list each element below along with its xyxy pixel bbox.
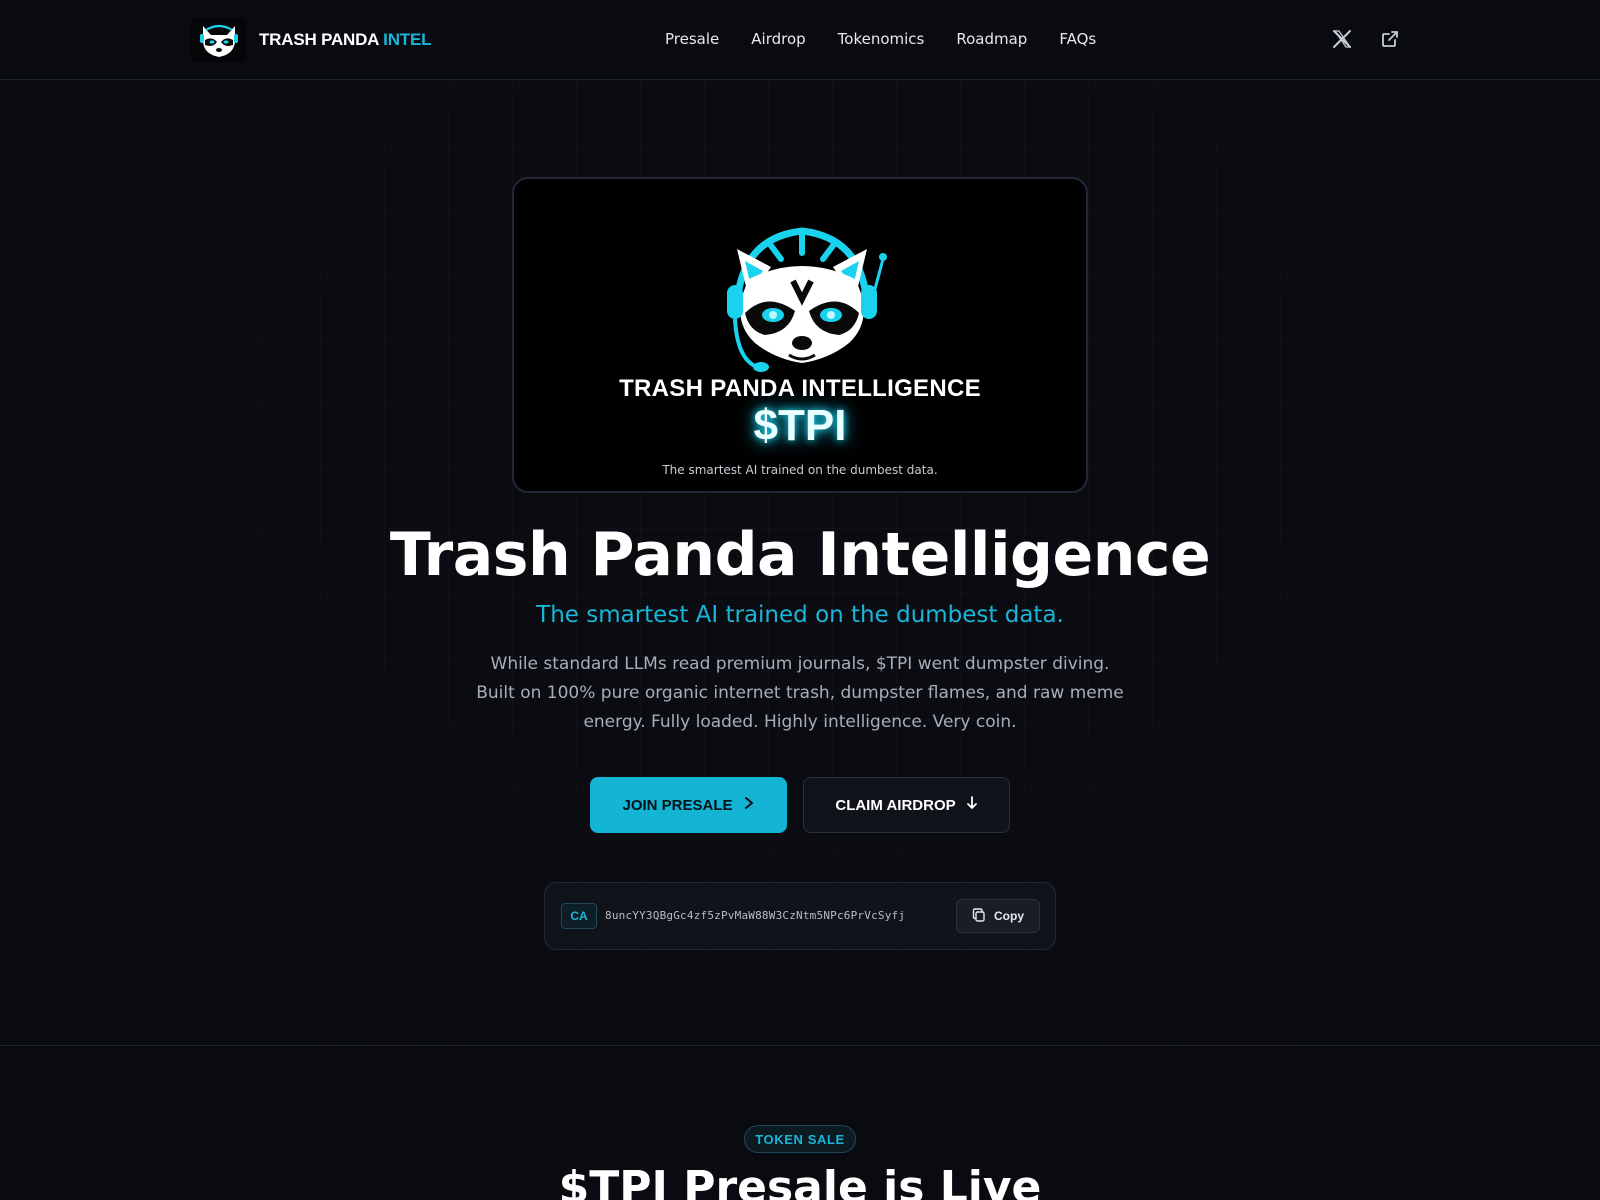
external-link-icon[interactable]	[1379, 28, 1401, 50]
hero-description: While standard LLMs read premium journal…	[476, 654, 1124, 732]
join-presale-button[interactable]: JOIN PRESALE	[590, 777, 787, 833]
join-presale-label: JOIN PRESALE	[622, 796, 733, 814]
token-sale-section: TOKEN SALE $TPI Presale is Live	[0, 1046, 1600, 1200]
raccoon-mascot-icon	[727, 227, 887, 372]
claim-airdrop-button[interactable]: CLAIM AIRDROP	[803, 777, 1010, 833]
copy-button[interactable]: Copy	[956, 899, 1040, 933]
copy-icon	[972, 907, 986, 925]
chevron-right-icon	[743, 796, 755, 814]
nav-roadmap[interactable]: Roadmap	[956, 30, 1027, 48]
banner-title: TRASH PANDA INTELLIGENCE	[619, 375, 981, 402]
contract-address[interactable]: 8uncYY3QBgGc4zf5zPvMaW88W3CzNtm5NPc6PrVc…	[605, 909, 905, 922]
nav-tokenomics[interactable]: Tokenomics	[838, 30, 925, 48]
main-nav: Presale Airdrop Tokenomics Roadmap FAQs	[665, 30, 1096, 48]
banner-ticker: $TPI	[753, 401, 847, 450]
ca-badge: CA	[561, 903, 597, 929]
hero-banner: TRASH PANDA INTELLIGENCE $TPI The smarte…	[512, 177, 1088, 493]
nav-faqs[interactable]: FAQs	[1059, 30, 1096, 48]
brand-name-main: TRASH PANDA	[259, 30, 379, 49]
hero-subtitle: The smartest AI trained on the dumbest d…	[536, 602, 1064, 628]
nav-presale[interactable]: Presale	[665, 30, 719, 48]
token-sale-title: $TPI Presale is Live	[558, 1162, 1042, 1200]
copy-label: Copy	[994, 909, 1024, 923]
brand-name: TRASH PANDA INTEL	[259, 30, 431, 50]
claim-airdrop-label: CLAIM AIRDROP	[835, 796, 956, 814]
arrow-down-icon	[966, 796, 978, 814]
contract-address-box: CA 8uncYY3QBgGc4zf5zPvMaW88W3CzNtm5NPc6P…	[544, 882, 1056, 950]
brand-name-accent: INTEL	[383, 30, 432, 49]
hero-title: Trash Panda Intelligence	[389, 520, 1211, 590]
banner-tagline: The smartest AI trained on the dumbest d…	[662, 463, 938, 477]
site-header: TRASH PANDA INTEL Presale Airdrop Tokeno…	[0, 0, 1600, 80]
token-sale-badge: TOKEN SALE	[744, 1125, 856, 1153]
raccoon-logo-icon	[191, 18, 247, 62]
brand[interactable]: TRASH PANDA INTEL	[191, 18, 431, 62]
x-logo-icon[interactable]	[1331, 28, 1353, 50]
nav-airdrop[interactable]: Airdrop	[751, 30, 805, 48]
hero-section: TRASH PANDA INTELLIGENCE $TPI The smarte…	[0, 80, 1600, 1046]
